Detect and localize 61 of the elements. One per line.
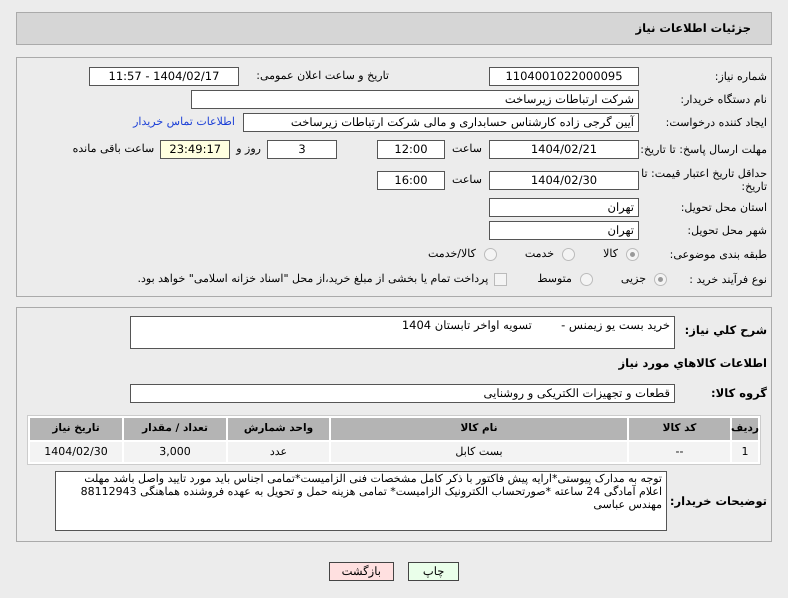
column-header: تعداد / مقدار: [124, 418, 226, 440]
table-cell: بست کابل: [331, 442, 627, 462]
field-label: شرح کلي نياز:: [684, 322, 767, 337]
radio-button[interactable]: [484, 248, 497, 260]
radio-label: کالا: [603, 246, 618, 262]
column-header: واحد شمارش: [228, 418, 329, 440]
time-label: ساعت: [451, 172, 483, 188]
checkbox[interactable]: [494, 272, 508, 286]
field-label: شهر محل تحویل:: [686, 224, 767, 236]
text-field[interactable]: آیین گرجی زاده کارشناس حسابداری و مالی شرکت ارتباطات زیرساخت: [243, 112, 639, 132]
text-field[interactable]: تهران: [489, 220, 639, 240]
radio-button[interactable]: [580, 272, 593, 286]
field-label: مهلت ارسال پاسخ: تا تاریخ:: [639, 142, 767, 156]
field-label: طبقه بندی موضوعی:: [668, 248, 767, 260]
column-header: نام کالا: [331, 418, 627, 440]
remaining-time-field[interactable]: 23:49:17: [160, 140, 230, 158]
back-button[interactable]: بازگشت: [328, 562, 394, 582]
field-label: حداقل تاریخ اعتبار قیمت: تا تاریخ:: [640, 167, 767, 193]
remaining-label: ساعت باقی مانده: [72, 140, 156, 157]
table-cell: 1404/02/30: [30, 442, 122, 462]
field-label: توضیحات خریدار:: [668, 494, 767, 508]
field-label: ایجاد کننده درخواست:: [664, 116, 767, 128]
text-field[interactable]: 16:00: [377, 170, 445, 190]
field-label: نوع فرآیند خرید :: [688, 272, 767, 286]
print-button[interactable]: چاپ: [408, 562, 460, 582]
field-label: استان محل تحویل:: [680, 200, 767, 214]
description-textarea[interactable]: خرید بست یو زیمنس - تسویه اواخر تابستان 1404: [130, 316, 675, 349]
field-label: تاریخ و ساعت اعلان عمومی:: [255, 68, 389, 84]
text-field[interactable]: 1404/02/17 - 11:57: [89, 66, 239, 86]
text-field[interactable]: 12:00: [377, 140, 445, 158]
radio-button[interactable]: [654, 272, 667, 286]
radio-label: خدمت: [524, 246, 554, 262]
notes-textarea[interactable]: توجه به مدارک پیوستی*ارایه پیش فاکتور با ذکر کامل مشخصات فنی الزامیست*تمامی اجناس باید مورد تایید واصل باشد مهلت اعلام آمادگی 24 ساعته *صورتحساب الکترونیک الزامیست* تمامی هزینه حمل و تحویل به عهده فروشنده هماهنگی 88112943 مهندس عباسی: [55, 471, 667, 532]
radio-button[interactable]: [626, 248, 639, 260]
field-label: شماره نیاز:: [714, 70, 767, 82]
page-title: جزئیات اطلاعات نیاز: [635, 20, 751, 37]
table-cell: 1: [732, 442, 758, 462]
text-field[interactable]: شرکت ارتباطات زیرساخت: [191, 90, 639, 108]
days-label: روز و: [234, 140, 262, 157]
radio-label: جزیی: [620, 270, 646, 287]
table-cell: عدد: [228, 442, 329, 462]
column-header: ردیف: [732, 418, 758, 440]
text-field[interactable]: 1404/02/30: [489, 170, 639, 190]
section-title: اطلاعات کالاهاي مورد نياز: [617, 355, 767, 372]
table-cell: 3,000: [124, 442, 226, 462]
column-header: کد کالا: [629, 418, 730, 440]
table-cell: --: [629, 442, 730, 462]
radio-button[interactable]: [562, 248, 576, 260]
text-field[interactable]: قطعات و تجهیزات الکتریکی و روشنایی: [130, 384, 675, 404]
text-field[interactable]: 1104001022000095: [489, 66, 639, 86]
buyer-contact-link[interactable]: اطلاعات تماس خریدار: [133, 114, 235, 130]
radio-label: متوسط: [537, 270, 572, 287]
field-label: گروه کالا:: [710, 387, 767, 400]
payment-note: پرداخت تمام یا بخشی از مبلغ خرید،از محل "اسناد خزانه اسلامی" خواهد بود.: [138, 270, 488, 287]
radio-label: کالا/خدمت: [428, 246, 476, 262]
text-field[interactable]: 1404/02/21: [489, 140, 639, 158]
field-label: نام دستگاه خریدار:: [679, 92, 767, 106]
time-label: ساعت: [451, 140, 483, 157]
text-field[interactable]: 3: [267, 140, 337, 158]
text-field[interactable]: تهران: [489, 198, 639, 216]
column-header: تاریخ نیاز: [30, 418, 122, 440]
